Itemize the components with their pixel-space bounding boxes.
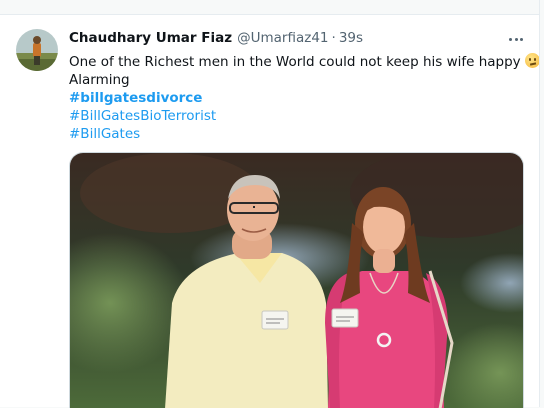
tweet-card[interactable]: Chaudhary Umar Fiaz @Umarfiaz41 · 39s On… — [0, 14, 540, 408]
tweet-text: One of the Richest men in the World coul… — [69, 53, 540, 143]
hashtag-billgatesbioterrorist[interactable]: #BillGatesBioTerrorist — [69, 107, 509, 125]
tweet-photo[interactable] — [69, 152, 524, 408]
tweet-text-1: One of the Richest men in the World coul… — [69, 54, 521, 70]
scroll-edge — [539, 0, 544, 407]
author-handle[interactable]: @Umarfiaz41 — [237, 30, 328, 46]
tweet-text-line-2: Alarming — [69, 72, 130, 88]
tweet-text-line-1: One of the Richest men in the World coul… — [69, 53, 540, 71]
avatar[interactable] — [16, 29, 58, 71]
hashtag-billgatesdivorce[interactable]: #billgatesdivorce — [69, 89, 509, 107]
timestamp[interactable]: 39s — [339, 30, 363, 46]
avatar-image — [16, 29, 58, 71]
photo-image — [70, 153, 523, 408]
author-name[interactable]: Chaudhary Umar Fiaz — [69, 30, 232, 46]
tweet-header: Chaudhary Umar Fiaz @Umarfiaz41 · 39s — [69, 30, 363, 50]
face-with-raised-eyebrow-icon — [524, 53, 540, 68]
hashtag-billgates[interactable]: #BillGates — [69, 125, 509, 143]
more-options-icon[interactable] — [505, 32, 527, 46]
separator: · — [331, 30, 336, 46]
